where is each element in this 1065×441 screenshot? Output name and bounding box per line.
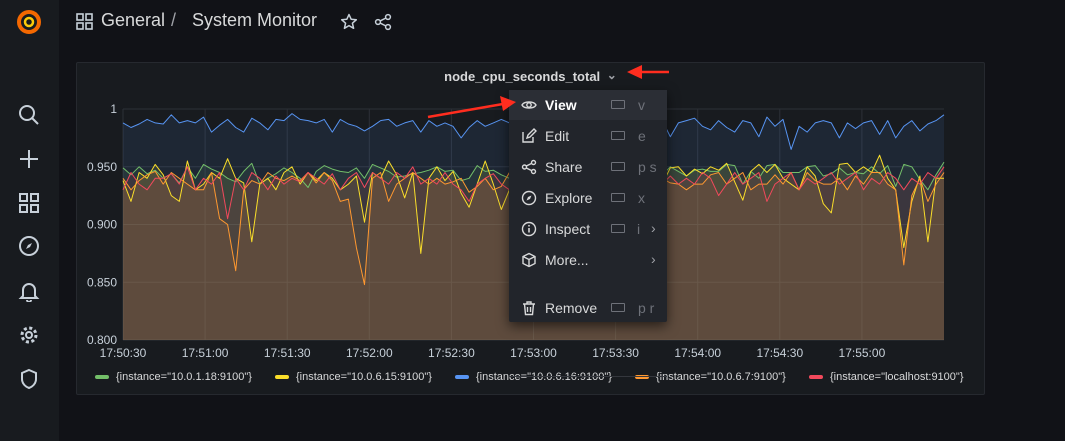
legend-label[interactable]: {instance="localhost:9100"} bbox=[830, 371, 964, 383]
breadcrumb-folder[interactable]: General bbox=[101, 10, 165, 31]
chevron-down-icon[interactable]: ⌄ bbox=[607, 68, 617, 82]
x-tick-label: 17:53:30 bbox=[592, 346, 639, 360]
keyboard-icon bbox=[611, 131, 625, 140]
shortcut-key: i bbox=[637, 221, 641, 237]
legend-label[interactable]: {instance="10.0.6.7:9100"} bbox=[656, 371, 786, 383]
x-tick-label: 17:51:00 bbox=[182, 346, 229, 360]
keyboard-icon bbox=[611, 193, 625, 202]
server-admin-shield-icon[interactable] bbox=[14, 364, 44, 394]
star-icon[interactable] bbox=[340, 13, 358, 36]
shortcut-key: x bbox=[638, 190, 645, 206]
legend-label[interactable]: {instance="10.0.6.16:9100"} bbox=[476, 371, 612, 383]
legend-swatch bbox=[275, 375, 289, 379]
shortcut-key: v bbox=[638, 97, 645, 113]
shortcut-key: e bbox=[638, 128, 646, 144]
y-tick-label: 0.950 bbox=[87, 160, 117, 174]
y-tick-label: 0.800 bbox=[87, 333, 117, 347]
menu-item-inspect[interactable]: Inspect i › bbox=[509, 214, 667, 244]
shortcut-key: p r bbox=[638, 300, 655, 316]
dashboard-title[interactable]: System Monitor bbox=[192, 10, 317, 31]
y-tick-label: 0.850 bbox=[87, 275, 117, 289]
compass-icon bbox=[521, 190, 537, 206]
panel-header[interactable]: node_cpu_seconds_total ⌄ bbox=[77, 63, 984, 91]
menu-item-label[interactable]: Share bbox=[545, 159, 582, 175]
y-tick-label: 0.900 bbox=[87, 218, 117, 232]
menu-item-explore[interactable]: Explore x bbox=[509, 183, 667, 213]
x-tick-label: 17:52:30 bbox=[428, 346, 475, 360]
menu-item-label[interactable]: Inspect bbox=[545, 221, 590, 237]
keyboard-icon bbox=[611, 100, 625, 109]
menu-divider bbox=[509, 376, 667, 377]
chevron-right-icon: › bbox=[651, 251, 656, 267]
panel-title-text[interactable]: node_cpu_seconds_total bbox=[444, 69, 600, 84]
panel-context-menu: View v Edit e Share p s Explore x Inspect i › More.… bbox=[509, 90, 667, 377]
legend-item[interactable]: {instance="localhost:9100"} bbox=[809, 371, 964, 383]
menu-item-label[interactable]: More... bbox=[545, 252, 589, 268]
menu-item-label[interactable]: Explore bbox=[545, 190, 592, 206]
legend-label[interactable]: {instance="10.0.1.18:9100"} bbox=[116, 371, 252, 383]
x-tick-label: 17:53:00 bbox=[510, 346, 557, 360]
alerting-bell-icon[interactable] bbox=[14, 276, 44, 306]
search-icon[interactable] bbox=[14, 100, 44, 130]
menu-item-more[interactable]: More... › bbox=[509, 245, 667, 275]
panel-title[interactable]: node_cpu_seconds_total ⌄ bbox=[77, 68, 984, 84]
y-tick-label: 1 bbox=[110, 102, 117, 116]
menu-item-label[interactable]: Edit bbox=[545, 128, 569, 144]
chevron-right-icon: › bbox=[651, 220, 656, 236]
legend-item[interactable]: {instance="10.0.6.15:9100"} bbox=[275, 371, 432, 383]
keyboard-icon bbox=[611, 224, 625, 233]
x-tick-label: 17:50:30 bbox=[100, 346, 147, 360]
grafana-logo[interactable] bbox=[14, 7, 44, 37]
legend-swatch bbox=[455, 375, 469, 379]
breadcrumb-separator: / bbox=[171, 10, 177, 30]
menu-item-share[interactable]: Share p s bbox=[509, 152, 667, 182]
legend-item[interactable]: {instance="10.0.6.7:9100"} bbox=[635, 371, 786, 383]
cube-icon bbox=[521, 252, 537, 268]
menu-item-label[interactable]: Remove bbox=[545, 300, 597, 316]
share-icon bbox=[521, 159, 537, 175]
dashboards-grid-icon[interactable] bbox=[76, 13, 93, 35]
keyboard-icon bbox=[611, 303, 625, 312]
info-circle-icon bbox=[521, 221, 537, 237]
shortcut-key: p s bbox=[638, 159, 657, 175]
menu-item-remove[interactable]: Remove p r bbox=[509, 293, 667, 323]
x-tick-label: 17:52:00 bbox=[346, 346, 393, 360]
x-tick-label: 17:55:00 bbox=[839, 346, 886, 360]
x-tick-label: 17:54:00 bbox=[674, 346, 721, 360]
menu-item-edit[interactable]: Edit e bbox=[509, 121, 667, 151]
configuration-gear-icon[interactable] bbox=[14, 320, 44, 350]
x-tick-label: 17:51:30 bbox=[264, 346, 311, 360]
x-tick-label: 17:54:30 bbox=[756, 346, 803, 360]
legend-label[interactable]: {instance="10.0.6.15:9100"} bbox=[296, 371, 432, 383]
share-icon[interactable] bbox=[374, 13, 392, 36]
edit-icon bbox=[521, 128, 537, 144]
sidebar bbox=[0, 0, 59, 441]
keyboard-icon bbox=[611, 162, 625, 171]
legend-swatch bbox=[95, 375, 109, 379]
eye-icon bbox=[521, 97, 537, 113]
dashboards-icon[interactable] bbox=[14, 188, 44, 218]
legend-item[interactable]: {instance="10.0.1.18:9100"} bbox=[95, 371, 252, 383]
legend-item[interactable]: {instance="10.0.6.16:9100"} bbox=[455, 371, 612, 383]
menu-item-label[interactable]: View bbox=[545, 97, 577, 113]
explore-compass-icon[interactable] bbox=[14, 231, 44, 261]
plus-icon[interactable] bbox=[14, 144, 44, 174]
menu-item-view[interactable]: View v bbox=[509, 90, 667, 120]
top-navbar: General / System Monitor bbox=[59, 0, 1065, 44]
trash-icon bbox=[521, 300, 537, 316]
legend-swatch bbox=[809, 375, 823, 379]
